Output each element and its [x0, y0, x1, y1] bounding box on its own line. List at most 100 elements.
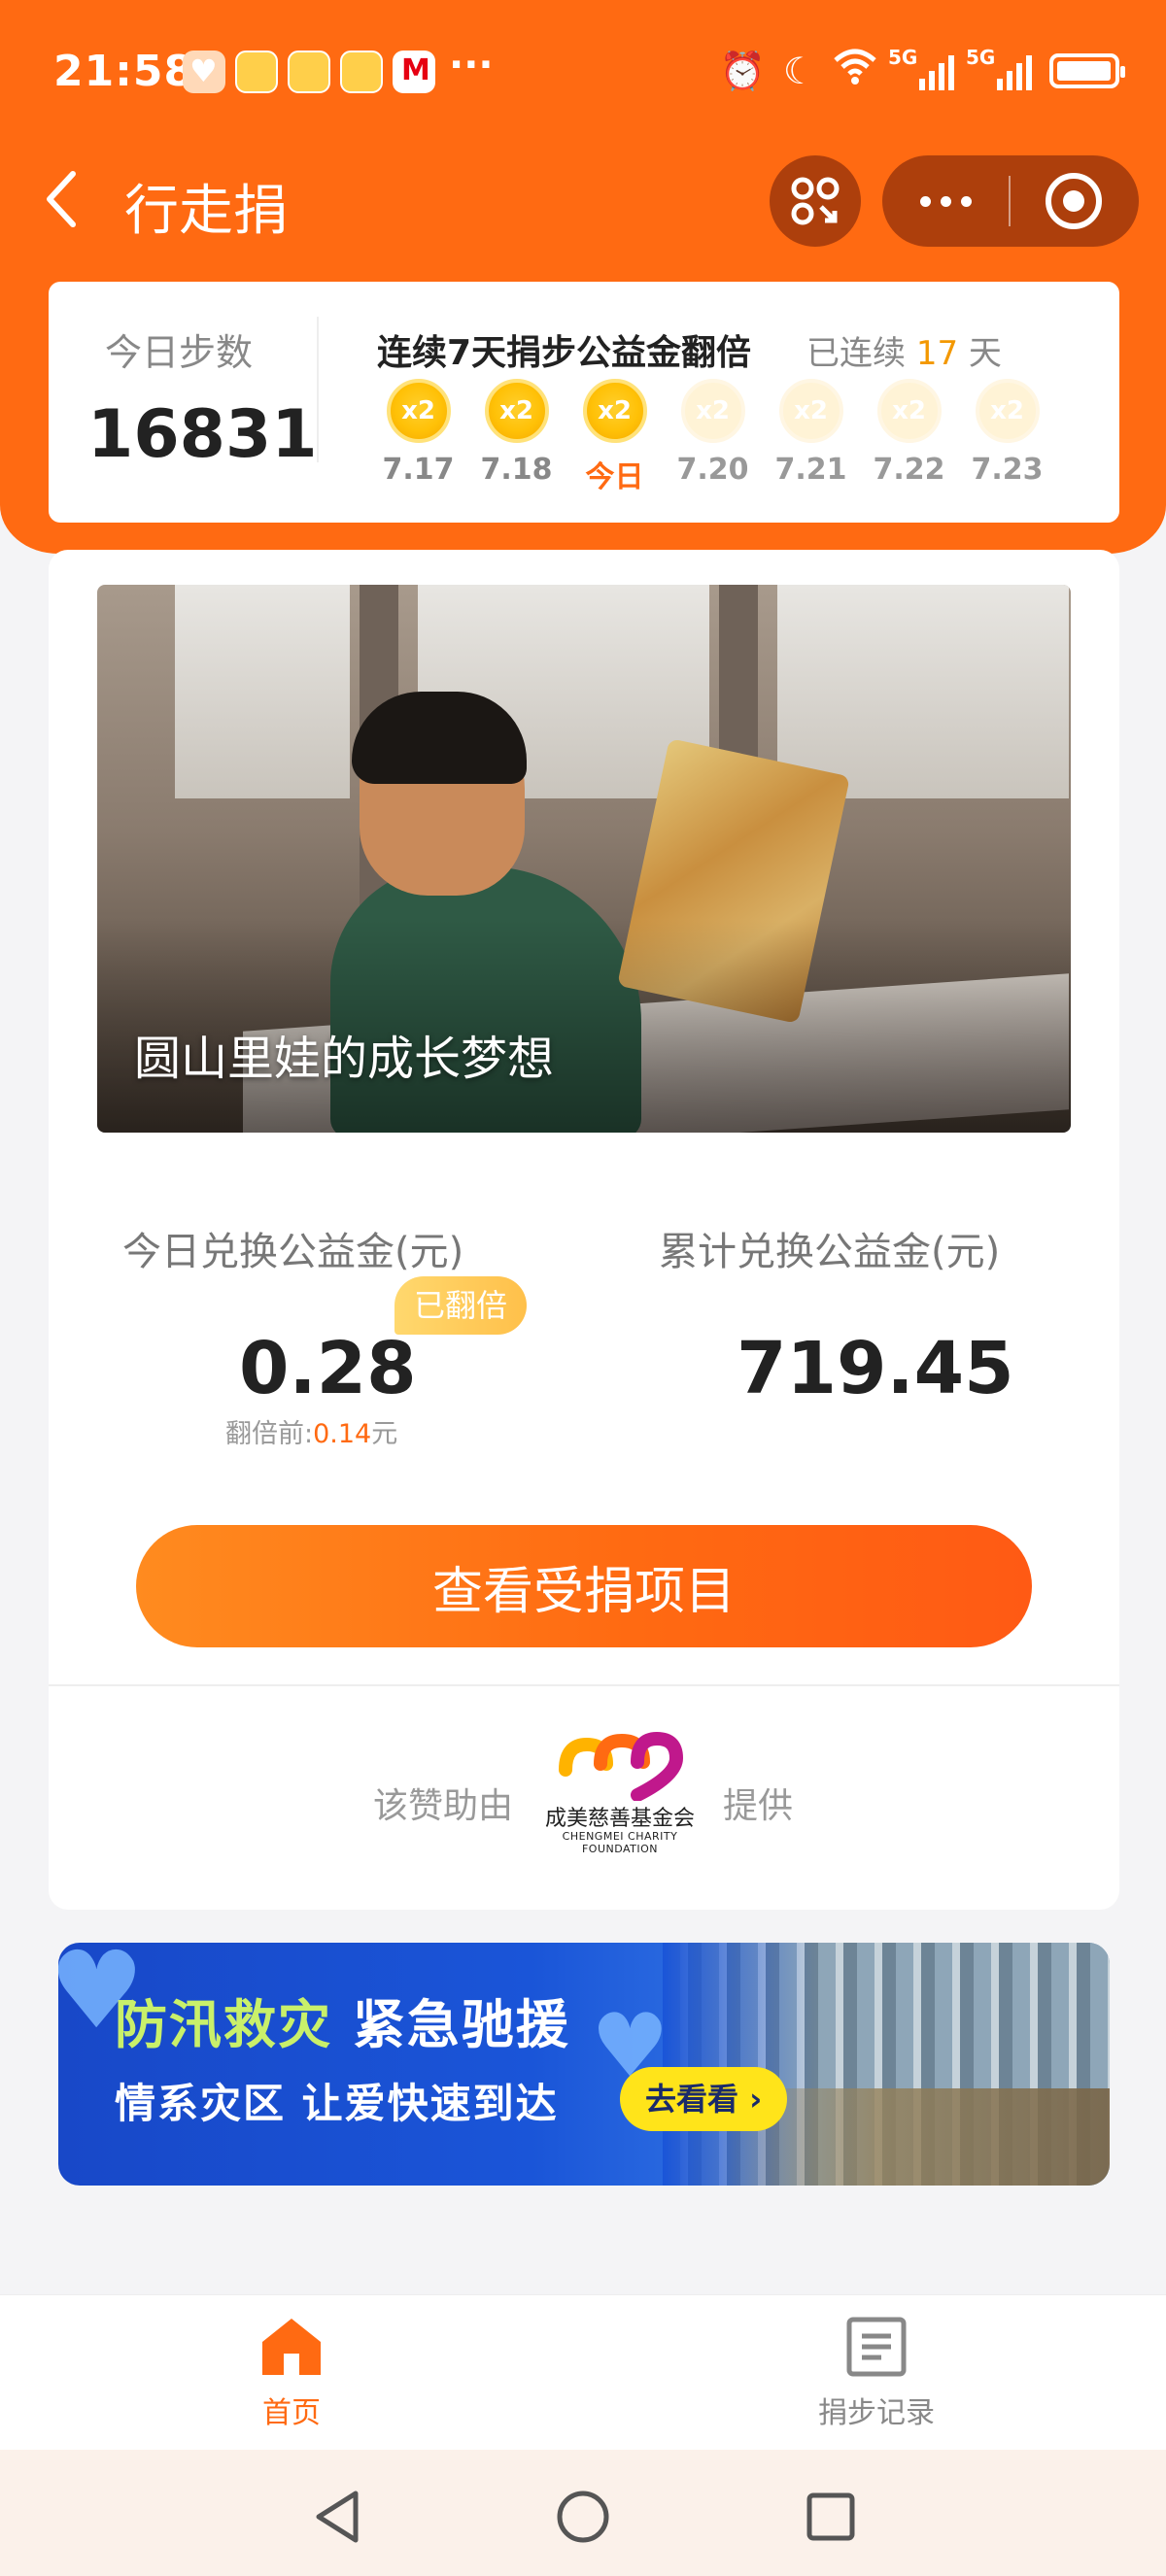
mini-program-capsule	[882, 155, 1139, 247]
panda-app-icon	[235, 51, 278, 93]
records-icon	[846, 2317, 907, 2377]
before-double-prefix: 翻倍前:	[225, 1419, 314, 1449]
close-mini-program-button[interactable]	[1011, 155, 1137, 247]
day-label: 7.18	[480, 453, 553, 487]
chengmei-logo-icon	[559, 1732, 683, 1802]
steps-divider	[317, 317, 319, 462]
flood-relief-banner[interactable]: ♥ ♥ 防汛救灾 紧急驰援 情系灾区 让爱快速到达 去看看 ›	[58, 1943, 1110, 2186]
streak-days: 17	[915, 334, 959, 373]
back-button[interactable]	[37, 165, 86, 233]
scan-icon	[791, 177, 840, 225]
x2-coin-icon: x2	[975, 379, 1040, 443]
sponsor-name: 成美慈善基金会	[544, 1807, 695, 1831]
panda-app-icon	[340, 51, 383, 93]
streak-day: x2 7.23	[958, 379, 1056, 495]
total-fund-label: 累计兑换公益金(元)	[659, 1230, 1001, 1274]
project-image[interactable]: 圆山里娃的成长梦想	[97, 585, 1071, 1133]
notification-icons	[183, 51, 435, 93]
more-options-button[interactable]	[882, 155, 1009, 247]
total-fund-value: 719.45	[737, 1327, 1014, 1410]
streak-day: x2 7.21	[762, 379, 860, 495]
wifi-icon	[834, 47, 876, 94]
before-double-value: 0.14	[313, 1419, 372, 1449]
streak-day-row: x2 7.17 x2 7.18 x2 今日 x2 7.20 x2 7.21 x2…	[369, 379, 1056, 495]
banner-title: 防汛救灾 紧急驰援	[115, 1982, 570, 2058]
page-title: 行走捐	[124, 180, 288, 243]
steps-card: 今日步数 16831 连续7天捐步公益金翻倍 已连续 17 天 x2 7.17 …	[49, 282, 1119, 523]
day-label: 7.22	[873, 453, 945, 487]
main-card: 圆山里娃的成长梦想 今日兑换公益金(元) 累计兑换公益金(元) 已翻倍 0.28…	[49, 550, 1119, 1910]
day-label: 7.20	[676, 453, 749, 487]
x2-coin-icon: x2	[582, 379, 647, 443]
before-double-unit: 元	[371, 1419, 398, 1449]
window-pane	[175, 585, 350, 798]
today-fund-label: 今日兑换公益金(元)	[122, 1230, 464, 1274]
heart-app-icon	[183, 51, 225, 93]
target-icon	[1046, 173, 1102, 229]
banner-title-part2: 紧急驰援	[352, 1994, 570, 2055]
x2-coin-icon: x2	[680, 379, 745, 443]
more-notifications-icon: ···	[449, 43, 494, 87]
view-projects-button[interactable]: 查看受捐项目	[136, 1525, 1032, 1647]
system-navigation-bar	[0, 2450, 1166, 2576]
system-home-button[interactable]	[549, 2483, 617, 2551]
home-icon	[262, 2319, 321, 2375]
tab-records-label: 捐步记录	[818, 2396, 935, 2430]
x2-coin-icon: x2	[386, 379, 451, 443]
signal-5g-icon: 5G	[966, 46, 1032, 90]
streak-title: 连续7天捐步公益金翻倍	[377, 333, 752, 373]
day-label: 7.23	[971, 453, 1044, 487]
tab-records[interactable]: 捐步记录	[779, 2317, 974, 2433]
system-back-button[interactable]	[303, 2483, 371, 2551]
battery-icon	[1049, 52, 1125, 88]
before-double-text: 翻倍前:0.14元	[225, 1412, 397, 1450]
banner-subtitle: 情系灾区 让爱快速到达	[115, 2080, 559, 2127]
sponsor-name-en: CHENGMEI CHARITY FOUNDATION	[562, 1830, 678, 1855]
status-time: 21:58	[53, 47, 195, 96]
day-label: 7.17	[382, 453, 455, 487]
triangle-back-icon	[316, 2491, 359, 2543]
streak-day-today: x2 今日	[566, 379, 664, 495]
today-fund-value: 0.28	[239, 1327, 417, 1410]
sponsor-logo: 成美慈善基金会 CHENGMEI CHARITY FOUNDATION	[531, 1731, 709, 1855]
project-caption: 圆山里娃的成长梦想	[134, 1032, 555, 1086]
streak-info: 已连续 17 天	[806, 326, 1002, 374]
chevron-left-icon	[47, 171, 76, 227]
streak-day: x2 7.18	[467, 379, 566, 495]
banner-go-button[interactable]: 去看看 ›	[620, 2067, 788, 2131]
steps-value: 16831	[87, 396, 318, 473]
signal-5g-icon: 5G	[888, 46, 954, 90]
system-recents-button[interactable]	[797, 2483, 865, 2551]
panda-app-icon	[288, 51, 330, 93]
square-recents-icon	[806, 2492, 855, 2541]
x2-coin-icon: x2	[876, 379, 942, 443]
banner-title-part1: 防汛救灾	[115, 1994, 332, 2055]
streak-prefix: 已连续	[806, 334, 906, 373]
card-divider	[49, 1684, 1119, 1686]
doubled-badge: 已翻倍	[394, 1276, 528, 1335]
window-pane	[777, 585, 1069, 798]
scan-button[interactable]	[770, 155, 861, 247]
network-type-label: 5G	[888, 45, 918, 69]
x2-coin-icon: x2	[484, 379, 549, 443]
streak-day: x2 7.17	[369, 379, 467, 495]
day-label-today: 今日	[585, 460, 644, 494]
do-not-disturb-icon: ☾	[782, 49, 816, 92]
streak-suffix: 天	[968, 334, 1002, 373]
circle-home-icon	[557, 2491, 609, 2543]
steps-label: 今日步数	[105, 331, 254, 374]
tab-home[interactable]: 首页	[194, 2317, 389, 2433]
day-label: 7.21	[774, 453, 847, 487]
bottom-tab-bar: 首页 捐步记录	[0, 2294, 1166, 2450]
alarm-icon: ⏰	[719, 49, 766, 92]
sponsor-suffix: 提供	[723, 1786, 794, 1826]
status-bar: 21:58 ··· ⏰ ☾ 5G 5G	[0, 0, 1166, 146]
streak-day: x2 7.20	[664, 379, 762, 495]
metro-app-icon	[393, 51, 435, 93]
tab-home-label: 首页	[262, 2396, 321, 2430]
network-type-label: 5G	[966, 45, 996, 69]
streak-day: x2 7.22	[860, 379, 958, 495]
status-indicators: ⏰ ☾ 5G 5G	[719, 46, 1125, 94]
x2-coin-icon: x2	[778, 379, 843, 443]
sponsor-prefix: 该赞助由	[373, 1786, 514, 1826]
